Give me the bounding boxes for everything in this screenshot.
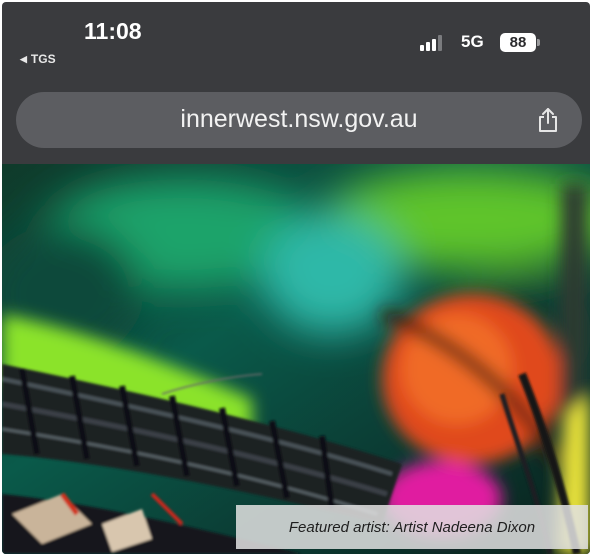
status-time: 11:08 <box>84 18 142 44</box>
phone-screen: 11:08 ◀ TGS 5G 88 innerwest.nsw.gov.au F… <box>2 2 590 554</box>
featured-artwork-image: Featured artist: Artist Nadeena Dixon <box>2 164 590 554</box>
network-type: 5G <box>461 32 484 51</box>
share-icon[interactable] <box>536 106 560 134</box>
artwork-photo <box>2 164 590 554</box>
battery-icon: 88 <box>500 33 536 52</box>
cellular-signal-icon <box>420 34 442 51</box>
back-triangle-icon: ◀ <box>20 53 27 64</box>
url-text[interactable]: innerwest.nsw.gov.au <box>16 105 582 134</box>
address-bar[interactable]: innerwest.nsw.gov.au <box>16 92 582 148</box>
back-to-app-button[interactable]: ◀ TGS <box>20 52 56 66</box>
battery-level: 88 <box>509 34 527 51</box>
featured-artist-caption: Featured artist: Artist Nadeena Dixon <box>236 505 588 549</box>
back-app-label: TGS <box>30 52 56 66</box>
status-bar: 11:08 ◀ TGS 5G 88 <box>2 2 590 86</box>
battery-tip <box>537 39 540 46</box>
